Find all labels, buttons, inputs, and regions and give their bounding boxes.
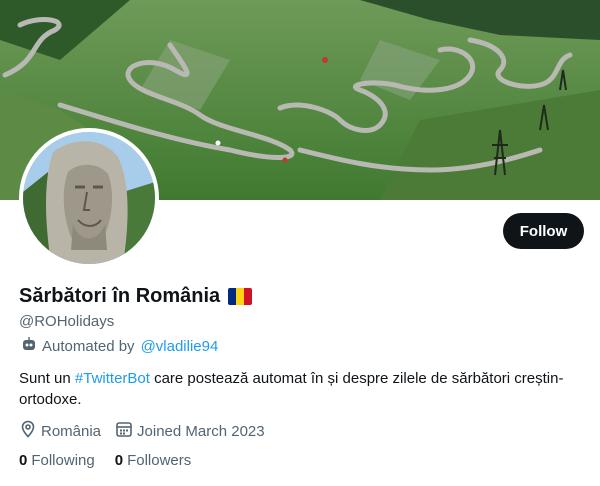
profile-handle: @ROHolidays (19, 313, 115, 330)
following-count: 0 (19, 452, 28, 469)
bot-icon (22, 337, 36, 355)
profile-stats: 0 Following 0 Followers (19, 452, 211, 469)
bio-text-before: Sunt un (19, 370, 75, 387)
following-link[interactable]: 0 Following (19, 452, 95, 469)
location-pin-icon (19, 420, 37, 442)
automated-by-link[interactable]: @vladilie94 (141, 338, 219, 355)
profile-bio: Sunt un #TwitterBot care postează automa… (19, 368, 589, 410)
profile-name-row: Sărbători în România (19, 285, 253, 308)
location-item: România (19, 420, 101, 442)
follow-button[interactable]: Follow (503, 213, 584, 249)
avatar-rock-sculpture-image (23, 132, 155, 264)
following-label: Following (31, 452, 95, 469)
display-name: Sărbători în România (19, 285, 221, 307)
followers-count: 0 (114, 452, 124, 469)
joined-item: Joined March 2023 (115, 420, 265, 442)
bio-hashtag-link[interactable]: #TwitterBot (75, 370, 150, 387)
calendar-icon (115, 420, 133, 442)
profile-meta: România Joined March 2023 (19, 420, 279, 442)
location-text: România (41, 422, 102, 440)
romania-flag-icon (228, 288, 253, 305)
profile-avatar[interactable] (19, 128, 159, 268)
automated-label: Automated by @vladilie94 (22, 337, 218, 355)
joined-text: Joined March 2023 (137, 422, 265, 440)
followers-label: Followers (127, 452, 192, 469)
followers-link[interactable]: 0 Followers (115, 452, 192, 469)
automated-prefix: Automated by (42, 337, 135, 355)
